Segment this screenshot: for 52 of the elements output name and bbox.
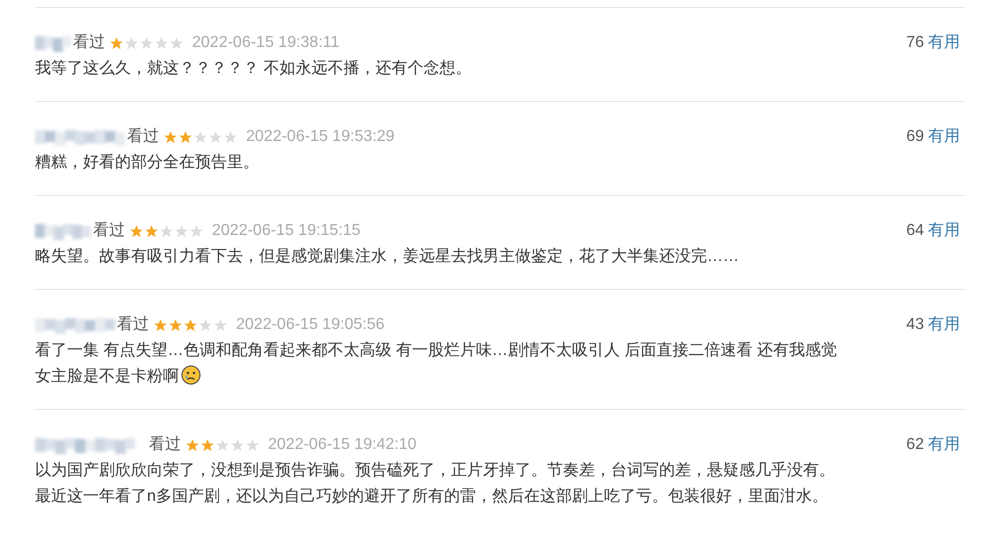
watch-status: 看过 bbox=[117, 314, 149, 335]
review-time: 2022-06-15 19:38:11 bbox=[192, 33, 340, 53]
review-time: 2022-06-15 19:53:29 bbox=[246, 127, 395, 147]
useful-link[interactable]: 有用 bbox=[928, 125, 960, 149]
star-icon bbox=[193, 130, 208, 144]
star-icon bbox=[208, 130, 223, 144]
star-icon bbox=[245, 438, 260, 452]
review-text: 最近这一年看了n多国产剧，还以为自己巧妙的避开了所有的雷，然后在这部剧上吃了亏。包装很好，里面泔水。 bbox=[35, 486, 829, 507]
star-icon bbox=[144, 224, 159, 238]
star-icon bbox=[109, 36, 124, 50]
star-icon bbox=[168, 318, 183, 332]
review-text: 女主脸是不是卡粉啊 bbox=[35, 364, 960, 390]
review-time: 2022-06-15 19:42:10 bbox=[268, 435, 417, 455]
review-text: 糟糕，好看的部分全在预告里。 bbox=[35, 152, 260, 173]
star-icon bbox=[230, 438, 245, 452]
star-icon bbox=[198, 318, 213, 332]
star-icon bbox=[178, 130, 193, 144]
vote-count: 69 bbox=[906, 127, 924, 147]
star-icon bbox=[159, 224, 174, 238]
watch-status: 看过 bbox=[73, 32, 105, 53]
watch-status: 看过 bbox=[149, 434, 181, 455]
review-text: 以为国产剧欣欣向荣了，没想到是预告诈骗。预告磕死了，正片牙掉了。节奏差，台词写的差，悬疑感几乎没有。 bbox=[35, 460, 836, 481]
star-icon bbox=[215, 438, 230, 452]
star-icon bbox=[223, 130, 238, 144]
useful-link[interactable]: 有用 bbox=[928, 31, 960, 55]
useful-link[interactable]: 有用 bbox=[928, 219, 960, 243]
star-icon bbox=[189, 224, 204, 238]
star-icon bbox=[213, 318, 228, 332]
star-icon bbox=[129, 224, 144, 238]
watch-status: 看过 bbox=[93, 220, 125, 241]
useful-link[interactable]: 有用 bbox=[928, 433, 960, 457]
review-time: 2022-06-15 19:15:15 bbox=[212, 221, 361, 241]
star-icon bbox=[200, 438, 215, 452]
star-icon bbox=[185, 438, 200, 452]
review-text: 看了一集 有点失望…色调和配角看起来都不太高级 有一股烂片味…剧情不太吸引人 后面直接二倍速看 还有我感觉 bbox=[35, 340, 838, 361]
star-icon bbox=[154, 36, 169, 50]
star-icon bbox=[174, 224, 189, 238]
star-icon bbox=[139, 36, 154, 50]
watch-status: 看过 bbox=[127, 126, 159, 147]
star-icon bbox=[169, 36, 184, 50]
vote-count: 43 bbox=[906, 315, 924, 335]
review-text: 略失望。故事有吸引力看下去，但是感觉剧集注水，姜远星去找男主做鉴定，花了大半集还没完…… bbox=[35, 246, 740, 267]
star-icon bbox=[124, 36, 139, 50]
review-text: 我等了这么久，就这？？？？？ 不如永远不播，还有个念想。 bbox=[35, 58, 472, 79]
vote-count: 64 bbox=[906, 221, 924, 241]
star-icon bbox=[163, 130, 178, 144]
vote-count: 62 bbox=[906, 435, 924, 455]
vote-count: 76 bbox=[906, 33, 924, 53]
star-icon bbox=[153, 318, 168, 332]
useful-link[interactable]: 有用 bbox=[928, 313, 960, 337]
review-time: 2022-06-15 19:05:56 bbox=[236, 315, 385, 335]
star-icon bbox=[183, 318, 198, 332]
